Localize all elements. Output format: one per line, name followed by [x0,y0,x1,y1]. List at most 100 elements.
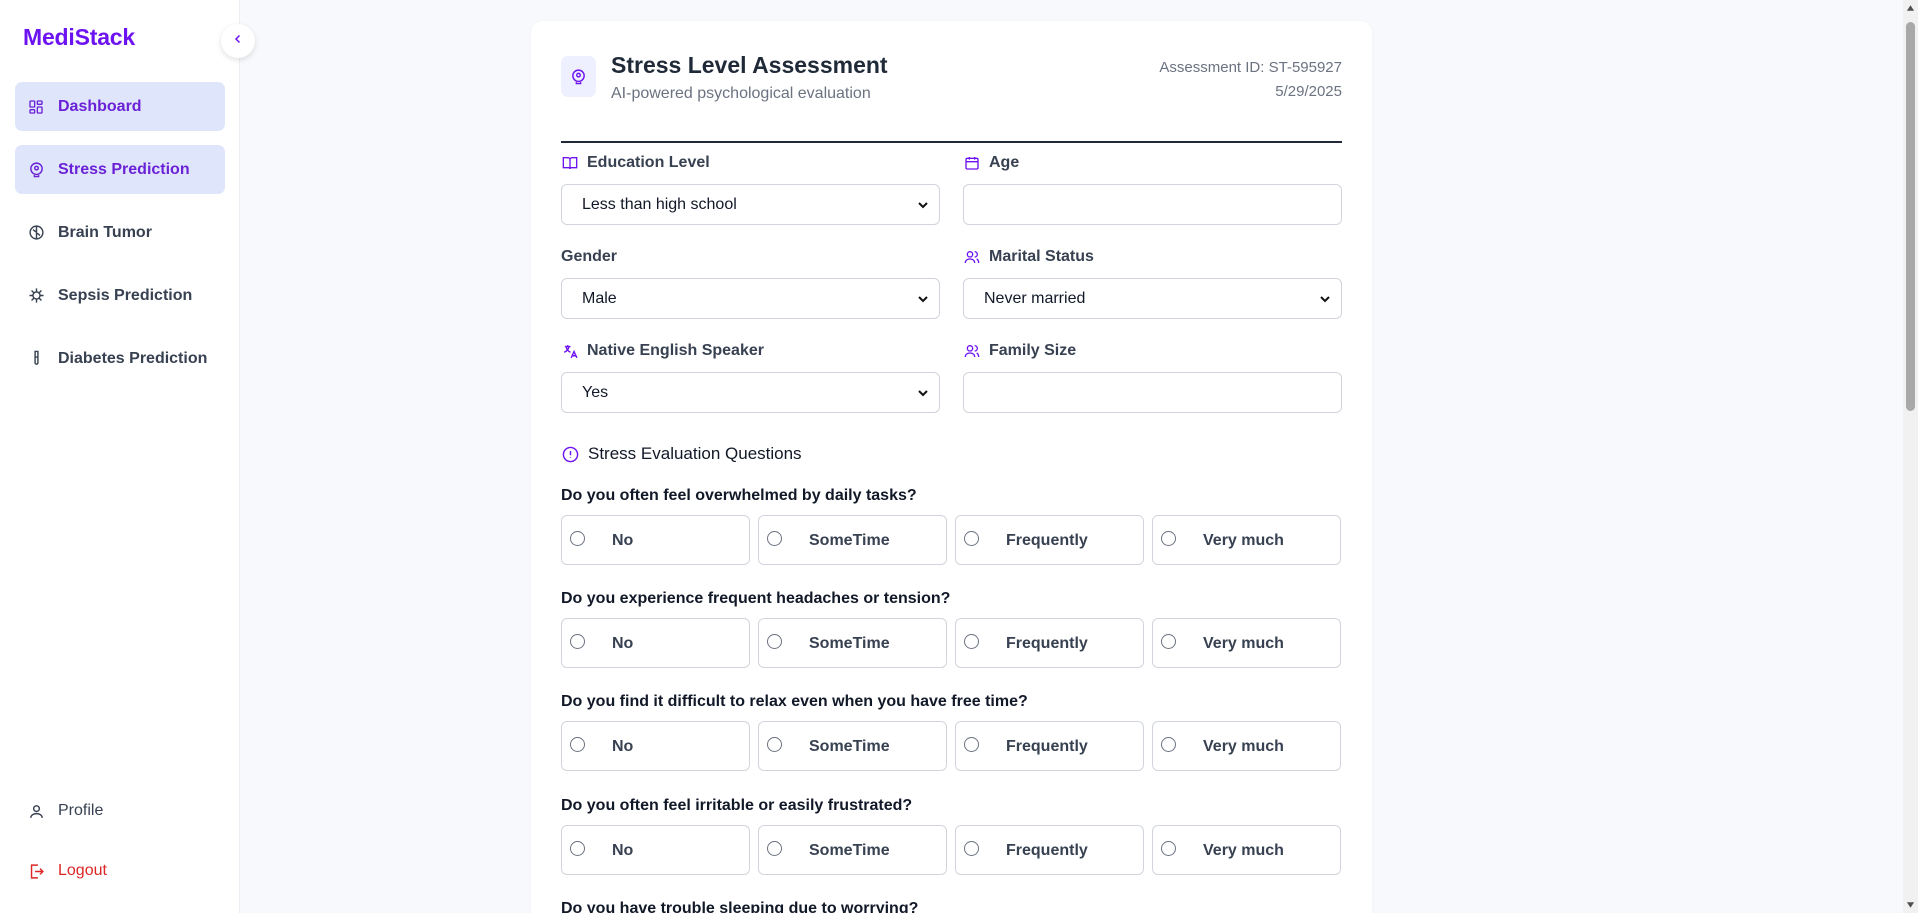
sidebar-item-stress-prediction[interactable]: Stress Prediction [15,145,225,194]
radio-button[interactable] [1161,531,1176,546]
chevron-down-icon [915,291,931,307]
scroll-thumb[interactable] [1906,22,1915,411]
option-very-much[interactable]: Very much [1152,721,1341,771]
sidebar-item-dashboard[interactable]: Dashboard [15,82,225,131]
sidebar-item-logout[interactable]: Logout [15,848,225,894]
radio-button[interactable] [767,737,782,752]
radio-button[interactable] [964,634,979,649]
users-icon [963,248,981,266]
page-subtitle: AI-powered psychological evaluation [611,85,871,102]
radio-button[interactable] [570,634,585,649]
question-text: Do you have trouble sleeping due to worr… [561,900,919,913]
assessment-card: Stress Level Assessment AI-powered psych… [531,21,1372,913]
option-sometime[interactable]: SomeTime [758,618,947,668]
sidebar-item-profile[interactable]: Profile [15,788,225,834]
question-text: Do you experience frequent headaches or … [561,590,951,607]
option-frequently[interactable]: Frequently [955,721,1144,771]
sidebar-item-label: Logout [58,862,107,879]
chevron-left-icon [232,32,244,50]
marital-status-label: Marital Status [963,248,1094,266]
option-frequently[interactable]: Frequently [955,515,1144,565]
chevron-down-icon [1317,291,1333,307]
sidebar-item-label: Profile [58,802,104,819]
virus-icon [27,287,45,305]
question-options: No SomeTime Frequently Very much [561,515,1342,565]
sidebar-item-label: Dashboard [58,97,142,115]
option-very-much[interactable]: Very much [1152,515,1341,565]
user-icon [27,802,45,820]
assessment-id: Assessment ID: ST-595927 [1159,59,1342,76]
calendar-icon [963,154,981,172]
assessment-header: Stress Level Assessment AI-powered psych… [561,49,1342,143]
brain-icon [561,56,596,97]
marital-status-select[interactable]: Never married [963,278,1342,319]
sidebar-nav: Dashboard Stress Prediction Brain Tumor … [15,82,225,397]
radio-button[interactable] [570,737,585,752]
question-options: No SomeTime Frequently Very much [561,721,1342,771]
radio-button[interactable] [767,634,782,649]
radio-button[interactable] [767,531,782,546]
radio-button[interactable] [570,531,585,546]
family-size-label: Family Size [963,342,1076,360]
test-tube-icon [27,350,45,368]
age-input[interactable] [963,184,1342,225]
brand-logo[interactable]: MediStack [23,24,135,51]
age-label: Age [963,154,1019,172]
option-no[interactable]: No [561,721,750,771]
assessment-meta: Assessment ID: ST-595927 5/29/2025 [1159,56,1342,104]
book-icon [561,154,579,172]
radio-button[interactable] [767,841,782,856]
native-english-select[interactable]: Yes [561,372,940,413]
page-scrollbar[interactable] [1903,0,1918,913]
sidebar-item-sepsis-prediction[interactable]: Sepsis Prediction [15,271,225,320]
option-no[interactable]: No [561,825,750,875]
option-very-much[interactable]: Very much [1152,825,1341,875]
assessment-date: 5/29/2025 [1275,83,1342,100]
chevron-down-icon [915,197,931,213]
radio-button[interactable] [964,531,979,546]
option-sometime[interactable]: SomeTime [758,721,947,771]
section-title: Stress Evaluation Questions [561,444,802,464]
users-icon [963,342,981,360]
option-sometime[interactable]: SomeTime [758,825,947,875]
radio-button[interactable] [1161,737,1176,752]
native-english-label: Native English Speaker [561,342,764,360]
question-text: Do you often feel irritable or easily fr… [561,797,913,814]
education-select[interactable]: Less than high school [561,184,940,225]
collapse-sidebar-button[interactable] [221,24,255,58]
gender-select[interactable]: Male [561,278,940,319]
radio-button[interactable] [964,737,979,752]
option-no[interactable]: No [561,515,750,565]
radio-button[interactable] [964,841,979,856]
option-frequently[interactable]: Frequently [955,618,1144,668]
sidebar-item-label: Sepsis Prediction [58,286,193,304]
option-very-much[interactable]: Very much [1152,618,1341,668]
question-options: No SomeTime Frequently Very much [561,618,1342,668]
sidebar-item-label: Stress Prediction [58,160,190,178]
sidebar-item-label: Diabetes Prediction [58,349,208,367]
scroll-up-icon[interactable] [1906,4,1915,12]
option-frequently[interactable]: Frequently [955,825,1144,875]
question-text: Do you often feel overwhelmed by daily t… [561,487,917,504]
chevron-down-icon [915,385,931,401]
sidebar-item-label: Brain Tumor [58,223,152,241]
sidebar-bottom: Profile Logout [15,788,225,908]
alert-circle-icon [561,445,579,463]
scroll-down-icon[interactable] [1906,901,1915,909]
sidebar: MediStack Dashboard Stress Prediction Br… [0,0,240,913]
question-text: Do you find it difficult to relax even w… [561,693,1028,710]
option-sometime[interactable]: SomeTime [758,515,947,565]
brain-circuit-icon [27,224,45,242]
sidebar-item-brain-tumor[interactable]: Brain Tumor [15,208,225,257]
brain-icon [27,161,45,179]
page-title: Stress Level Assessment [611,52,888,78]
education-label: Education Level [561,154,710,172]
gender-label: Gender [561,248,618,265]
option-no[interactable]: No [561,618,750,668]
sidebar-item-diabetes-prediction[interactable]: Diabetes Prediction [15,334,225,383]
radio-button[interactable] [570,841,585,856]
family-size-input[interactable] [963,372,1342,413]
radio-button[interactable] [1161,841,1176,856]
logout-icon [27,862,45,880]
radio-button[interactable] [1161,634,1176,649]
